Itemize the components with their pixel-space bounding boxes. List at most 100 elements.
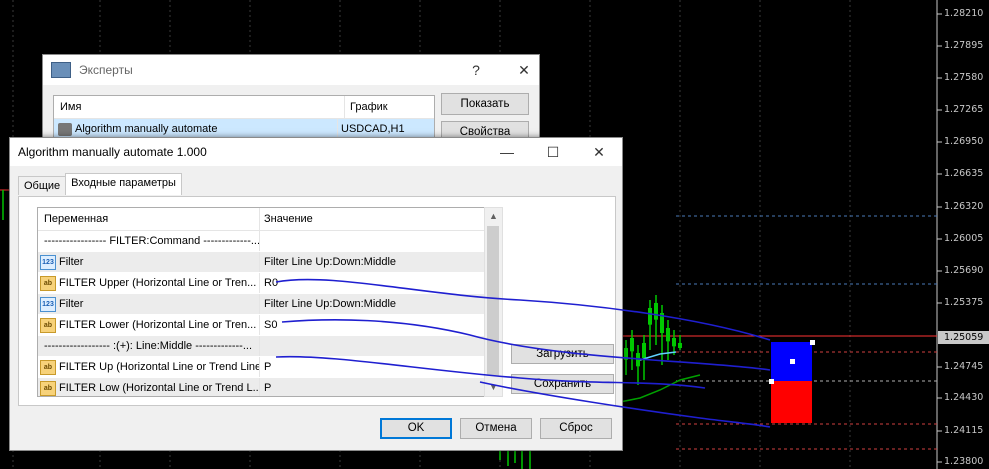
price-axis-label: 1.27265	[944, 104, 984, 115]
grid-scrollbar[interactable]: ▲ ▼	[484, 207, 503, 397]
parameter-name: ------------------ :(+): Line:Middle ---…	[44, 340, 253, 352]
parameter-name-cell: ----------------- FILTER:Command -------…	[38, 231, 260, 251]
parameter-name: ----------------- FILTER:Command -------…	[44, 235, 260, 247]
tab-general[interactable]: Общие	[18, 176, 67, 195]
expert-row[interactable]: Algorithm manually automate USDCAD,H1	[54, 119, 434, 139]
parameter-value[interactable]: P	[260, 378, 485, 396]
parameter-name-cell: ab FILTER Low (Horizontal Line or Trend L…	[38, 378, 260, 396]
candle-body	[648, 308, 652, 325]
number-type-icon: 123	[40, 254, 56, 270]
parameter-row[interactable]: ------------------ :(+): Line:Middle ---…	[38, 336, 485, 357]
algorithm-dialog: Algorithm manually automate 1.000 — ☐ ✕ …	[9, 137, 623, 451]
parameter-value[interactable]	[260, 231, 485, 251]
price-axis-label: 1.24115	[944, 425, 984, 436]
expert-chart: USDCAD,H1	[341, 123, 405, 135]
price-axis-label: 1.25375	[944, 297, 984, 308]
candle-body	[636, 353, 640, 367]
price-axis-label: 1.24745	[944, 361, 984, 372]
experts-title: Эксперты	[79, 63, 133, 77]
experts-titlebar: Эксперты ? ✕	[43, 55, 539, 85]
parameter-row[interactable]: ----------------- FILTER:Command -------…	[38, 231, 485, 252]
parameter-value[interactable]: Filter Line Up:Down:Middle	[260, 294, 485, 314]
price-axis-label: 1.26320	[944, 201, 984, 212]
parameter-row[interactable]: ab FILTER Upper (Horizontal Line or Tren.…	[38, 273, 485, 294]
save-button[interactable]: Сохранить	[511, 374, 614, 394]
parameter-name: FILTER Up (Horizontal Line or Trend Line…	[59, 361, 260, 373]
show-button[interactable]: Показать	[441, 93, 529, 115]
scroll-up-icon[interactable]: ▲	[485, 208, 502, 225]
parameter-value[interactable]: Filter Line Up:Down:Middle	[260, 252, 485, 272]
parameters-grid[interactable]: Переменная Значение ----------------- FI…	[37, 207, 486, 397]
column-chart[interactable]: График	[345, 96, 388, 118]
scroll-down-icon[interactable]: ▼	[485, 379, 502, 396]
expert-advisor-icon	[58, 122, 72, 136]
current-price-badge: 1.25059	[938, 331, 989, 344]
grid-header: Переменная Значение	[38, 208, 485, 231]
parameter-row[interactable]: ab FILTER Low (Horizontal Line or Trend L…	[38, 378, 485, 396]
number-type-icon: 123	[40, 296, 56, 312]
column-variable[interactable]: Переменная	[38, 208, 260, 230]
parameter-row[interactable]: 123 Filter Filter Line Up:Down:Middle	[38, 252, 485, 273]
price-axis-label: 1.24430	[944, 392, 984, 403]
parameter-row[interactable]: ab FILTER Lower (Horizontal Line or Tren.…	[38, 315, 485, 336]
sell-zone	[771, 381, 812, 423]
maximize-icon[interactable]: ☐	[530, 140, 576, 164]
string-type-icon: ab	[40, 359, 56, 375]
price-axis-label: 1.27895	[944, 40, 984, 51]
close-icon[interactable]: ✕	[509, 58, 539, 82]
load-button[interactable]: Загрузить	[511, 344, 614, 364]
experts-list-header: Имя График	[54, 96, 434, 119]
parameter-value[interactable]: S0	[260, 315, 485, 335]
parameter-name-cell: 123 Filter	[38, 252, 260, 272]
parameter-row[interactable]: 123 Filter Filter Line Up:Down:Middle	[38, 294, 485, 315]
parameter-row[interactable]: ab FILTER Up (Horizontal Line or Trend Li…	[38, 357, 485, 378]
minimize-icon[interactable]: —	[484, 140, 530, 164]
zone-handle	[810, 340, 815, 345]
price-axis-label: 1.26950	[944, 136, 984, 147]
price-axis-label: 1.25690	[944, 265, 984, 276]
parameter-name-cell: 123 Filter	[38, 294, 260, 314]
candle-body	[666, 328, 670, 342]
experts-window-icon	[51, 62, 71, 78]
parameter-name-cell: ab FILTER Upper (Horizontal Line or Tren.…	[38, 273, 260, 293]
parameter-name: Filter	[59, 298, 84, 310]
candle-body	[642, 343, 646, 358]
string-type-icon: ab	[40, 380, 56, 396]
expert-name: Algorithm manually automate	[75, 123, 218, 135]
string-type-icon: ab	[40, 317, 56, 333]
cancel-button[interactable]: Отмена	[460, 418, 532, 439]
column-name[interactable]: Имя	[54, 96, 345, 118]
candle-body	[630, 338, 634, 352]
parameter-name: Filter	[59, 256, 84, 268]
reset-button[interactable]: Сброс	[540, 418, 612, 439]
column-value[interactable]: Значение	[260, 208, 485, 230]
parameter-value[interactable]: P	[260, 357, 485, 377]
ok-button[interactable]: OK	[380, 418, 452, 439]
parameter-name: FILTER Low (Horizontal Line or Trend L..…	[59, 382, 260, 394]
scroll-thumb[interactable]	[487, 226, 499, 376]
parameter-value[interactable]: R0	[260, 273, 485, 293]
algo-title: Algorithm manually automate 1.000	[18, 145, 207, 159]
candle-body	[624, 348, 628, 360]
price-axis-label: 1.26635	[944, 168, 984, 179]
price-axis-label: 1.26005	[944, 233, 984, 244]
indicator-line	[619, 374, 701, 403]
price-axis-label: 1.28210	[944, 8, 984, 19]
parameter-value[interactable]	[260, 336, 485, 356]
zone-handle	[790, 359, 795, 364]
candle-body	[678, 343, 682, 348]
parameter-name-cell: ------------------ :(+): Line:Middle ---…	[38, 336, 260, 356]
parameter-name-cell: ab FILTER Up (Horizontal Line or Trend Li…	[38, 357, 260, 377]
close-icon[interactable]: ✕	[576, 140, 622, 164]
zone-handle	[769, 379, 774, 384]
price-axis-label: 1.23800	[944, 456, 984, 467]
parameter-name-cell: ab FILTER Lower (Horizontal Line or Tren.…	[38, 315, 260, 335]
tab-inputs[interactable]: Входные параметры	[65, 173, 182, 195]
candle-body	[660, 313, 664, 333]
algo-titlebar: Algorithm manually automate 1.000 — ☐ ✕	[10, 138, 622, 166]
tab-strip: Общие Входные параметры	[18, 173, 182, 198]
help-icon[interactable]: ?	[461, 58, 491, 82]
inputs-panel: Переменная Значение ----------------- FI…	[18, 196, 616, 406]
parameter-name: FILTER Upper (Horizontal Line or Tren...	[59, 277, 257, 289]
candle-body	[654, 303, 658, 320]
